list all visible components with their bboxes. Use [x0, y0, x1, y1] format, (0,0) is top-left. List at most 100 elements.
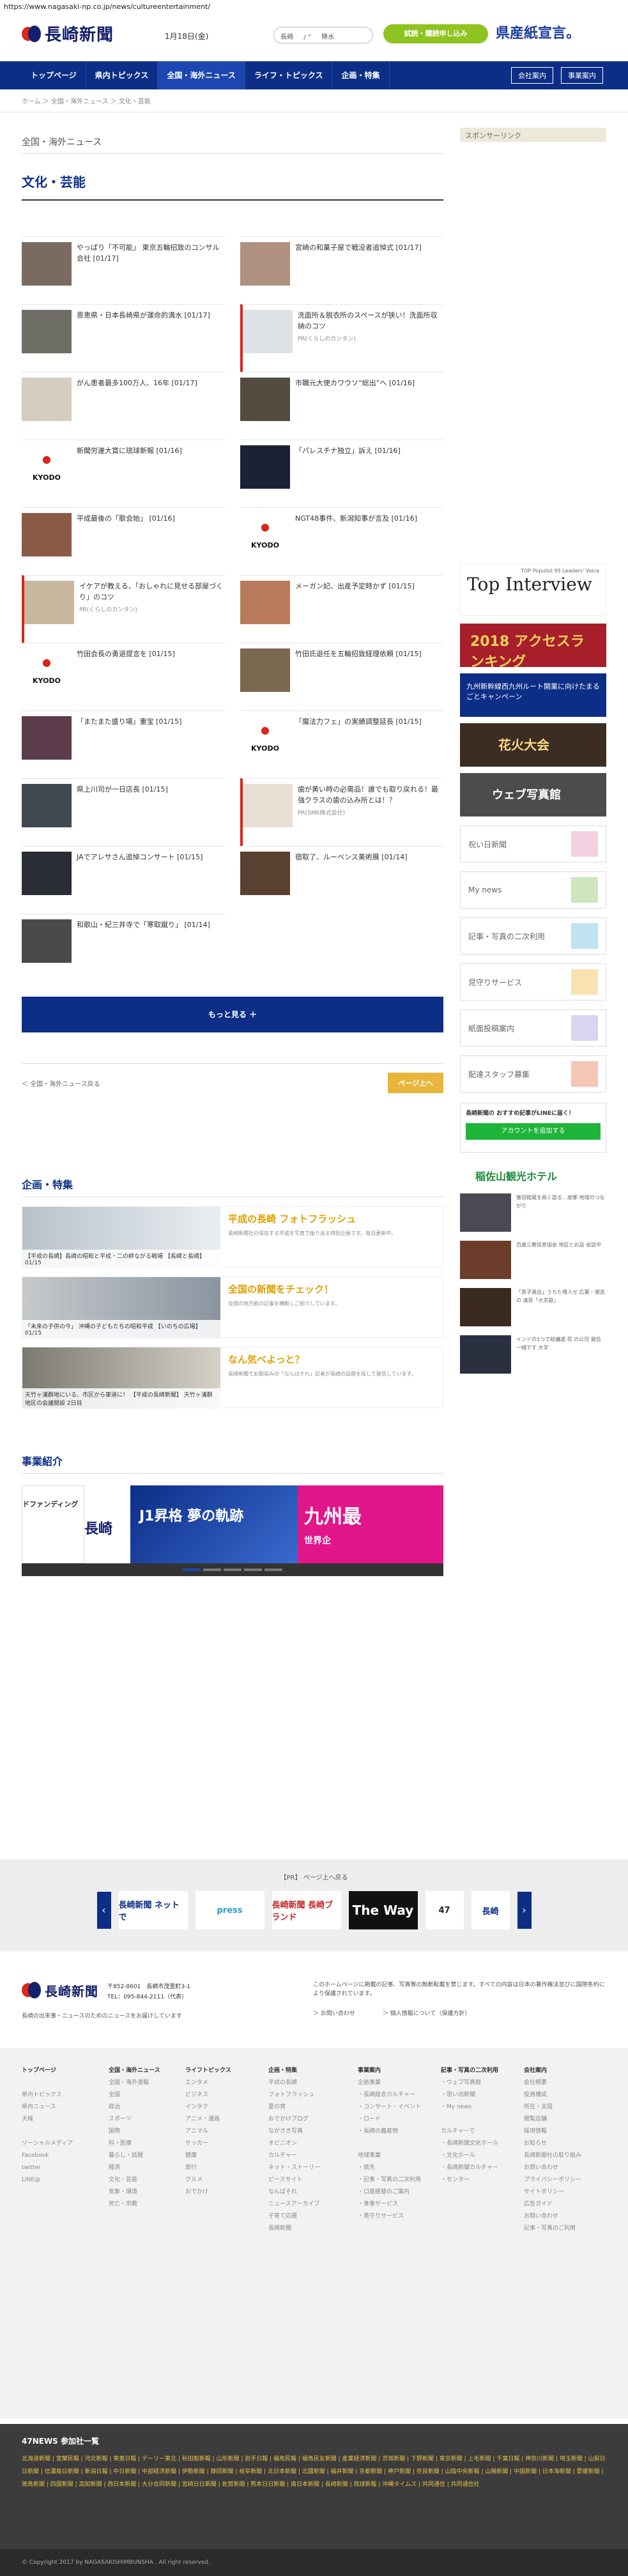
sitemap-link[interactable]: 広告ガイド	[524, 2198, 601, 2211]
header-ad-banner[interactable]: 県産紙宣言。	[496, 22, 604, 45]
sitemap-link[interactable]: お問い合わせ	[524, 2162, 601, 2174]
sitemap-link[interactable]: 長崎新聞社の取り組み	[524, 2150, 601, 2162]
sitemap-link[interactable]: 暮らし・話題	[109, 2150, 185, 2162]
sitemap-link[interactable]: 会社概要	[524, 2077, 601, 2089]
carousel-dot[interactable]	[183, 1568, 201, 1571]
campaign-banner[interactable]: 九州新幹線西九州ルート開業に向けたまるごとキャンペーン	[460, 673, 606, 717]
carousel-banner[interactable]: 九州最 世界企	[298, 1485, 443, 1563]
carousel-banner[interactable]: J1昇格 夢の軌跡	[130, 1485, 298, 1563]
sitemap-link[interactable]: 平成の長崎	[268, 2077, 345, 2089]
article-card[interactable]: ● KYODO 新聞労連大賞に琉球新報 [01/16]	[22, 440, 225, 507]
sitemap-link[interactable]: ・My news	[441, 2101, 517, 2113]
sitemap-link[interactable]	[22, 2126, 98, 2138]
tile-reuse[interactable]: 記事・写真の二次利用	[460, 917, 606, 954]
carousel-banner[interactable]: ドファンディング	[22, 1485, 84, 1563]
hanabi-banner[interactable]: 花火大会	[460, 723, 606, 767]
sitemap-link[interactable]: 長崎新聞	[268, 2223, 345, 2235]
sitemap-link[interactable]: スポーツ	[109, 2113, 185, 2126]
sitemap-link[interactable]: 旅行	[185, 2162, 262, 2174]
back-link[interactable]: ＜ 全国・海外ニュース戻る	[22, 1078, 100, 1088]
side-news-item[interactable]: インドの1つで結構選 花 の公司 発信 一緒です 大学	[460, 1335, 606, 1376]
sitemap-link[interactable]: 文化・芸能	[109, 2174, 185, 2186]
sitemap-link[interactable]: 死亡・宗教	[109, 2198, 185, 2211]
article-card[interactable]: ● KYODO 「魔法力フェ」の実績調整延長 [01/15]	[240, 710, 443, 778]
footer-logo[interactable]: 長崎新聞	[22, 1981, 98, 2000]
sitemap-link[interactable]: おでかけブログ	[268, 2113, 345, 2126]
article-card[interactable]: 「またまた盛り場」重宝 [01/15]	[22, 710, 225, 778]
photo-gallery-banner[interactable]: ウェブ写真館	[460, 773, 606, 816]
pr-logo[interactable]: 長崎新聞 長崎ブランド	[272, 1891, 341, 1929]
article-card[interactable]: JAでアレサさん追悼コンサート [01/15]	[22, 846, 225, 914]
carousel-dot[interactable]	[264, 1568, 282, 1571]
sitemap-link[interactable]: ・文化ホール	[441, 2150, 517, 2162]
sitemap-link[interactable]: ・旅先	[358, 2162, 434, 2174]
sitemap-heading[interactable]: トップページ	[22, 2065, 98, 2077]
sitemap-link[interactable]: ながさき写真	[268, 2126, 345, 2138]
carousel-dot[interactable]	[203, 1568, 221, 1571]
sitemap-link[interactable]: twitter	[22, 2162, 98, 2174]
article-card[interactable]: メーガン妃、出産予定時かず [01/15]	[240, 575, 443, 643]
hotel-banner[interactable]: 稲佐山観光ホテル	[460, 1162, 606, 1187]
feature-item[interactable]: 天竹ヶ浦群地にいる、市区から車道に！ 【平成の長崎新聞】 天竹ヶ浦群地区の会議開…	[22, 1347, 443, 1409]
article-card[interactable]: 竹田氏退任を五輪招致経理依頼 [01/15]	[240, 643, 443, 710]
sitemap-link[interactable]: お知らせ	[524, 2138, 601, 2150]
sitemap-link[interactable]: 地域事業	[358, 2150, 434, 2162]
sitemap-link[interactable]: ・長崎新聞文化ホール	[441, 2138, 517, 2150]
address-bar[interactable]: https://www.nagasaki-np.co.jp/news/cultu…	[0, 0, 628, 14]
sitemap-link[interactable]: グルメ	[185, 2174, 262, 2186]
sitemap-link[interactable]: ビジネス	[185, 2089, 262, 2101]
sitemap-link[interactable]: ・長崎総合カルチャー	[358, 2089, 434, 2101]
ranking-banner[interactable]: 2018 アクセスランキング	[460, 624, 606, 670]
sitemap-heading[interactable]: 事業案内	[358, 2065, 434, 2077]
sitemap-link[interactable]	[441, 2113, 517, 2126]
sitemap-link[interactable]: ネット・ストーリー	[268, 2162, 345, 2174]
weather-widget[interactable]: 長崎 / ° 降水	[273, 27, 373, 43]
sitemap-link[interactable]: ・思い出新聞	[441, 2089, 517, 2101]
sitemap-link[interactable]: サイトポリシー	[524, 2186, 601, 2198]
sitemap-link[interactable]: お問い合わせ	[524, 2211, 601, 2223]
article-card[interactable]: 洗面所＆脱衣所のスペースが狭い！洗面所収納のコツ PR(くらしのカンタン)	[240, 304, 443, 372]
tile-staff[interactable]: 配達スタッフ募集	[460, 1055, 606, 1092]
sitemap-link[interactable]: ピースサイト	[268, 2174, 345, 2186]
nav-top[interactable]: トップページ	[22, 61, 86, 89]
carousel-prev-icon[interactable]: ‹	[96, 1892, 111, 1929]
sitemap-link[interactable]: ・口座振替のご案内	[358, 2186, 434, 2198]
breadcrumb[interactable]: ホーム ＞ 全国・海外ニュース ＞ 文化・芸能	[0, 89, 628, 112]
sitemap-link[interactable]: なんばそれ	[268, 2186, 345, 2198]
site-logo[interactable]: 長崎新聞	[22, 22, 114, 45]
page-top-button[interactable]: ページ上へ	[388, 1073, 443, 1093]
sitemap-link[interactable]: LINE@	[22, 2174, 98, 2186]
sitemap-link[interactable]: 国際	[109, 2126, 185, 2138]
sitemap-link[interactable]: 所在・支局	[524, 2101, 601, 2113]
carousel-dot[interactable]	[224, 1568, 241, 1571]
article-card[interactable]: ● KYODO 竹田会長の勇退提言を [01/15]	[22, 643, 225, 710]
side-news-item[interactable]: 懐旧館蔵を熱く語る…故郷 地域のつながり	[460, 1193, 606, 1234]
nav-life-topics[interactable]: ライフ・トピックス	[245, 61, 333, 89]
sitemap-heading[interactable]: 企画・特集	[268, 2065, 345, 2077]
sitemap-link[interactable]: 子育て応援	[268, 2211, 345, 2223]
sitemap-link[interactable]: 科・医療	[109, 2138, 185, 2150]
sitemap-link[interactable]: 企画事業	[358, 2077, 434, 2089]
pr-logo[interactable]: 47	[425, 1891, 464, 1929]
sitemap-link[interactable]: 政治	[109, 2101, 185, 2113]
sitemap-link[interactable]: ・長崎の農産物	[358, 2126, 434, 2138]
network-list[interactable]: 北海道新聞 | 室蘭民報 | 河北新報 | 東奥日報 | デーリー東北 | 秋田…	[0, 2453, 628, 2491]
company-button[interactable]: 会社案内	[511, 67, 553, 84]
sitemap-link[interactable]: 全国	[109, 2089, 185, 2101]
article-card[interactable]: 平成最後の「歌会始」 [01/16]	[22, 507, 225, 575]
pr-logo[interactable]: press	[195, 1891, 264, 1929]
sitemap-link[interactable]: ・食事サービス	[358, 2198, 434, 2211]
sitemap-link[interactable]: オピニオン	[268, 2138, 345, 2150]
sitemap-link[interactable]: 記事・写真のご利用	[524, 2223, 601, 2235]
sitemap-link[interactable]: 県内ニュース	[22, 2101, 98, 2113]
article-card[interactable]: 恩恵県・日本長崎県が運命的満水 [01/17]	[22, 304, 225, 372]
article-card[interactable]: やっぱり「不可能」 東京五輪招致のコンサル会社 [01/17]	[22, 236, 225, 304]
sitemap-link[interactable]: ・見守りサービス	[358, 2211, 434, 2223]
sitemap-link[interactable]: インタク	[185, 2101, 262, 2113]
business-button[interactable]: 事業案内	[561, 67, 603, 84]
sitemap-link[interactable]: 天候	[22, 2113, 98, 2126]
top-interview-banner[interactable]: TOP Populist 95 Leaders' Voice Top Inter…	[460, 564, 606, 616]
tile-post[interactable]: 紙面投稿案内	[460, 1009, 606, 1046]
tile-celebration[interactable]: 祝い日新聞	[460, 825, 606, 862]
sitemap-link[interactable]	[358, 2138, 434, 2150]
